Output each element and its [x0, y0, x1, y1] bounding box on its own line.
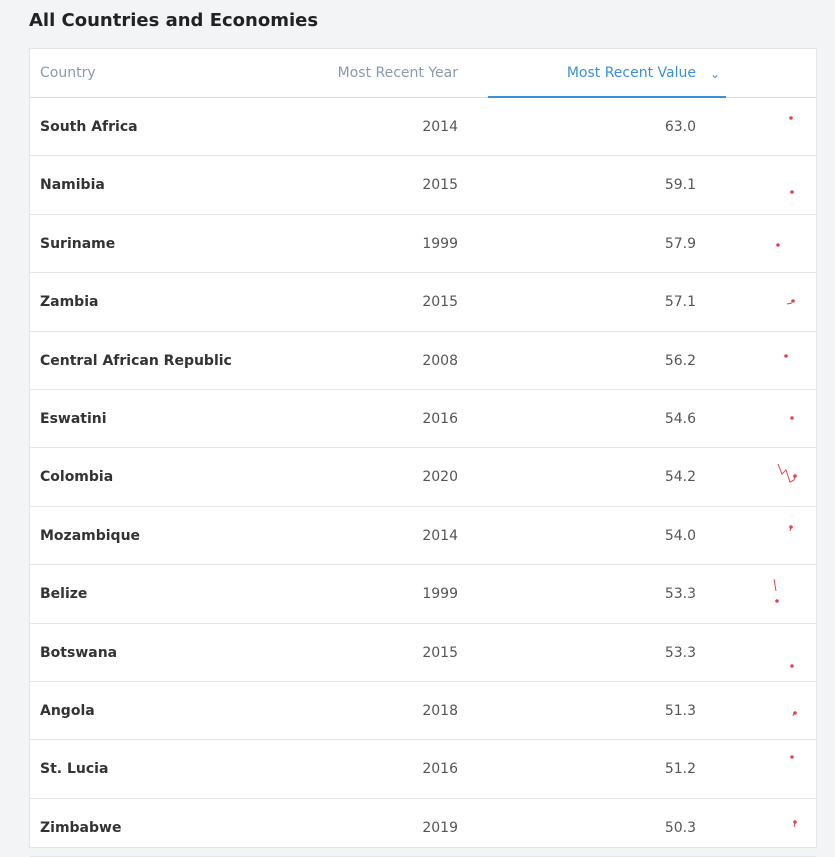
cell-year: 2016 — [422, 410, 458, 427]
cell-value: 57.9 — [664, 235, 696, 252]
table-row[interactable]: Eswatini 2016 54.6 — [30, 390, 816, 449]
table-row[interactable]: Namibia 2015 59.1 — [30, 156, 816, 215]
cell-country[interactable]: Botswana — [40, 624, 117, 682]
cell-year: 2020 — [422, 469, 458, 486]
table-row[interactable]: South Africa 2014 63.0 — [30, 98, 816, 157]
table-row[interactable]: Suriname 1999 57.9 — [30, 215, 816, 274]
cell-value: 51.3 — [664, 702, 696, 719]
sparkline — [776, 242, 780, 247]
sparkline — [790, 755, 794, 760]
table-body: South Africa 2014 63.0 Namibia 2015 59.1 Surin… — [30, 98, 816, 857]
sparkline-point — [784, 353, 788, 358]
table-row[interactable]: Central African Republic 2008 56.2 — [30, 332, 816, 390]
sparkline-point — [789, 116, 793, 120]
cell-year: 1999 — [422, 586, 458, 603]
table-row[interactable]: Angola 2018 51.3 — [30, 682, 816, 741]
cell-value: 53.3 — [664, 586, 696, 603]
cell-year: 2015 — [422, 294, 458, 311]
cell-value: 54.2 — [664, 469, 696, 486]
sparkline-point — [776, 242, 780, 247]
cell-value: 50.3 — [664, 819, 696, 836]
countries-table: Country Most Recent Year Most Recent Val… — [29, 48, 817, 857]
sparkline-point — [790, 190, 794, 195]
cell-value: 51.2 — [664, 761, 696, 778]
cell-value: 63.0 — [664, 119, 696, 135]
header-most-recent-value-label: Most Recent Value — [566, 65, 696, 81]
header-country[interactable]: Country — [40, 49, 96, 97]
sparkline-point — [793, 819, 797, 824]
cell-year: 2018 — [422, 702, 458, 719]
cell-country[interactable]: Colombia — [40, 448, 113, 506]
cell-country[interactable]: Zambia — [40, 273, 98, 331]
sparkline-point — [789, 524, 793, 529]
header-most-recent-year[interactable]: Most Recent Year — [338, 49, 458, 97]
cell-country[interactable]: St. Lucia — [40, 740, 108, 798]
cell-country[interactable]: Mozambique — [40, 507, 140, 565]
sparkline-point — [775, 599, 779, 603]
cell-country[interactable]: Eswatini — [40, 390, 107, 448]
cell-year: 2014 — [422, 527, 458, 544]
header-most-recent-value[interactable]: Most Recent Value ⌄ — [488, 49, 726, 98]
cell-year: 2008 — [422, 352, 458, 369]
cell-value: 59.1 — [664, 177, 696, 194]
cell-country[interactable]: Suriname — [40, 215, 115, 273]
sparkline — [790, 663, 794, 668]
sparkline-point — [793, 474, 797, 479]
cell-value: 56.2 — [664, 352, 696, 369]
chevron-down-icon: ⌄ — [709, 67, 721, 81]
sparkline — [793, 819, 797, 827]
page-title: All Countries and Economies — [29, 10, 319, 31]
cell-country[interactable]: Zimbabwe — [40, 799, 121, 857]
cell-country[interactable]: South Africa — [40, 98, 138, 156]
cell-year: 2019 — [422, 819, 458, 836]
sparkline — [790, 190, 794, 195]
sparkline-line — [786, 302, 793, 305]
cell-country[interactable]: Central African Republic — [40, 332, 232, 390]
cell-year: 2016 — [422, 761, 458, 778]
table-row[interactable]: Colombia 2020 54.2 — [30, 448, 816, 507]
table-row[interactable]: St. Lucia 2016 51.2 — [30, 740, 816, 799]
sparkline — [790, 416, 794, 420]
cell-year: 2015 — [422, 644, 458, 661]
cell-value: 57.1 — [664, 294, 696, 311]
sparkline-point — [790, 416, 794, 420]
cell-year: 2014 — [422, 119, 458, 135]
cell-year: 2015 — [422, 177, 458, 194]
table-row[interactable]: Zimbabwe 2019 50.3 — [30, 799, 816, 857]
sparkline — [786, 299, 795, 305]
sparkline-point — [790, 755, 794, 760]
sparkline — [789, 524, 793, 531]
cell-country[interactable]: Angola — [40, 682, 95, 740]
sparkline — [777, 464, 797, 484]
sparkline — [784, 353, 788, 358]
sparkline — [773, 579, 779, 603]
sparkline-point — [790, 663, 794, 668]
sparkline — [789, 116, 793, 120]
cell-value: 54.6 — [664, 410, 696, 427]
sparkline — [792, 711, 797, 717]
cell-value: 53.3 — [664, 644, 696, 661]
table-header: Country Most Recent Year Most Recent Val… — [30, 49, 816, 98]
sparkline-point — [791, 299, 795, 303]
cell-year: 1999 — [422, 235, 458, 252]
table-row[interactable]: Belize 1999 53.3 — [30, 565, 816, 624]
cell-country[interactable]: Belize — [40, 565, 87, 623]
cell-country[interactable]: Namibia — [40, 156, 105, 214]
sparkline-point — [793, 711, 797, 715]
table-row[interactable]: Botswana 2015 53.3 — [30, 624, 816, 682]
table-row[interactable]: Zambia 2015 57.1 — [30, 273, 816, 332]
table-row[interactable]: Mozambique 2014 54.0 — [30, 507, 816, 566]
sparkline-line — [777, 464, 796, 484]
cell-value: 54.0 — [664, 527, 696, 544]
sparkline-line — [773, 579, 777, 592]
